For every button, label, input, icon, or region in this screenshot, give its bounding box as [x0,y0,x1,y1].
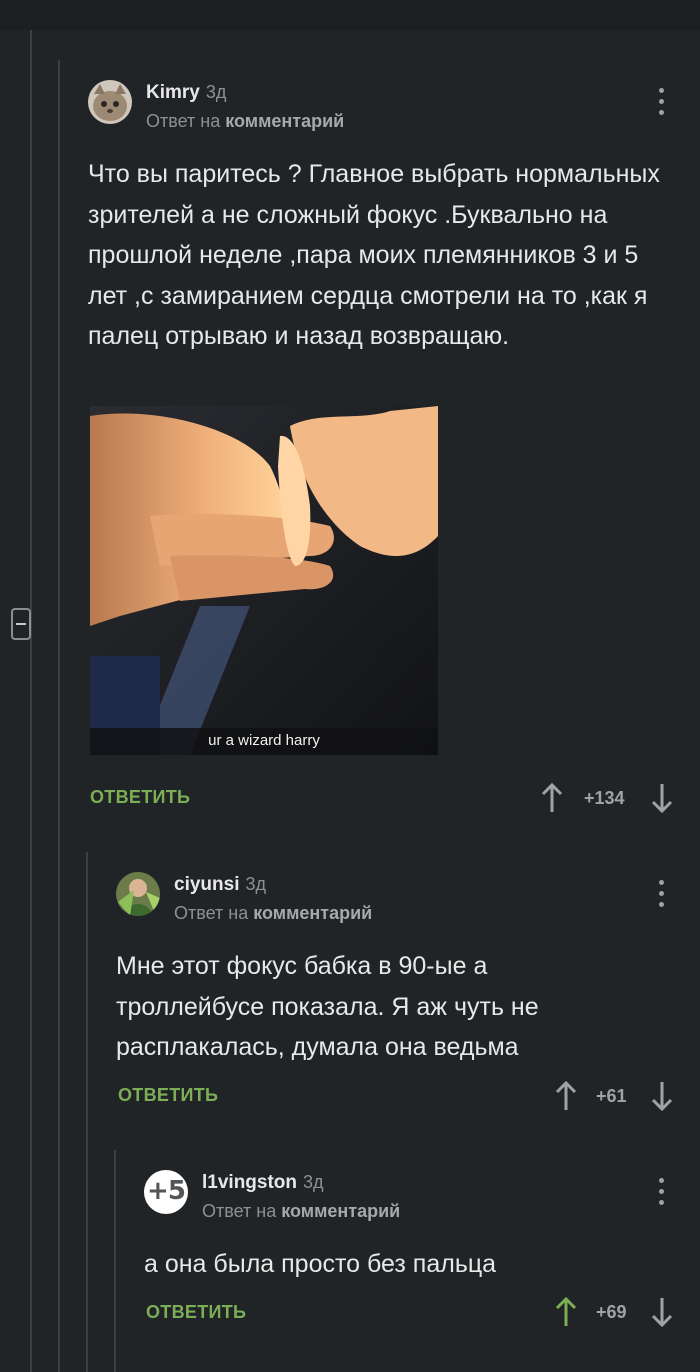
reply-to-link[interactable]: комментарий [253,903,372,923]
reply-to-link[interactable]: комментарий [281,1201,400,1221]
more-options-icon[interactable] [658,1178,666,1208]
vote-score: +69 [596,1302,627,1322]
upvote-arrow-icon[interactable] [554,1080,578,1112]
username[interactable]: Kimry 3д [146,82,226,104]
avatar-text: +5 [147,1176,186,1206]
comment-image[interactable]: ur a wizard harry [90,406,438,755]
username[interactable]: l1vingston 3д [202,1172,324,1194]
comment-age: 3д [245,874,266,894]
reply-button[interactable]: ОТВЕТИТЬ [118,1085,218,1106]
avatar[interactable] [116,872,160,916]
vote-score: +134 [584,788,625,808]
reply-to-label: Ответ на комментарий [174,903,373,923]
thread-line-level-0 [30,30,32,1372]
thread-line-level-2 [86,852,88,1372]
comment-text: Что вы паритесь ? Главное выбрать нормал… [88,160,660,350]
reply-to-label: Ответ на комментарий [146,111,345,131]
comment-age: 3д [205,82,227,102]
comment-text: Мне этот фокус бабка в 90-ые а троллейбу… [116,952,539,1061]
reply-button[interactable]: ОТВЕТИТЬ [90,787,190,808]
thread-line-level-3 [114,1150,116,1372]
comment-text: а она была просто без пальца [144,1250,497,1278]
hands-photo [90,406,438,755]
more-options-icon[interactable] [658,880,666,910]
avatar[interactable]: +5 [144,1170,188,1214]
top-bar [0,0,700,30]
username[interactable]: ciyunsi 3д [174,874,266,896]
image-caption: ur a wizard harry [208,732,320,749]
thread-line-level-1 [58,60,60,1372]
upvote-arrow-icon[interactable] [540,782,564,814]
downvote-arrow-icon[interactable] [650,782,674,814]
downvote-arrow-icon[interactable] [650,1080,674,1112]
vote-score: +61 [596,1086,627,1106]
reply-to-label: Ответ на комментарий [202,1201,401,1221]
comment-age: 3д [303,1172,324,1192]
downvote-arrow-icon[interactable] [650,1296,674,1328]
reply-button[interactable]: ОТВЕТИТЬ [146,1302,246,1323]
collapse-thread-icon[interactable] [11,608,31,640]
more-options-icon[interactable] [658,88,666,118]
upvote-arrow-icon[interactable] [554,1296,578,1328]
avatar[interactable] [88,80,132,124]
reply-to-link[interactable]: комментарий [225,111,344,131]
